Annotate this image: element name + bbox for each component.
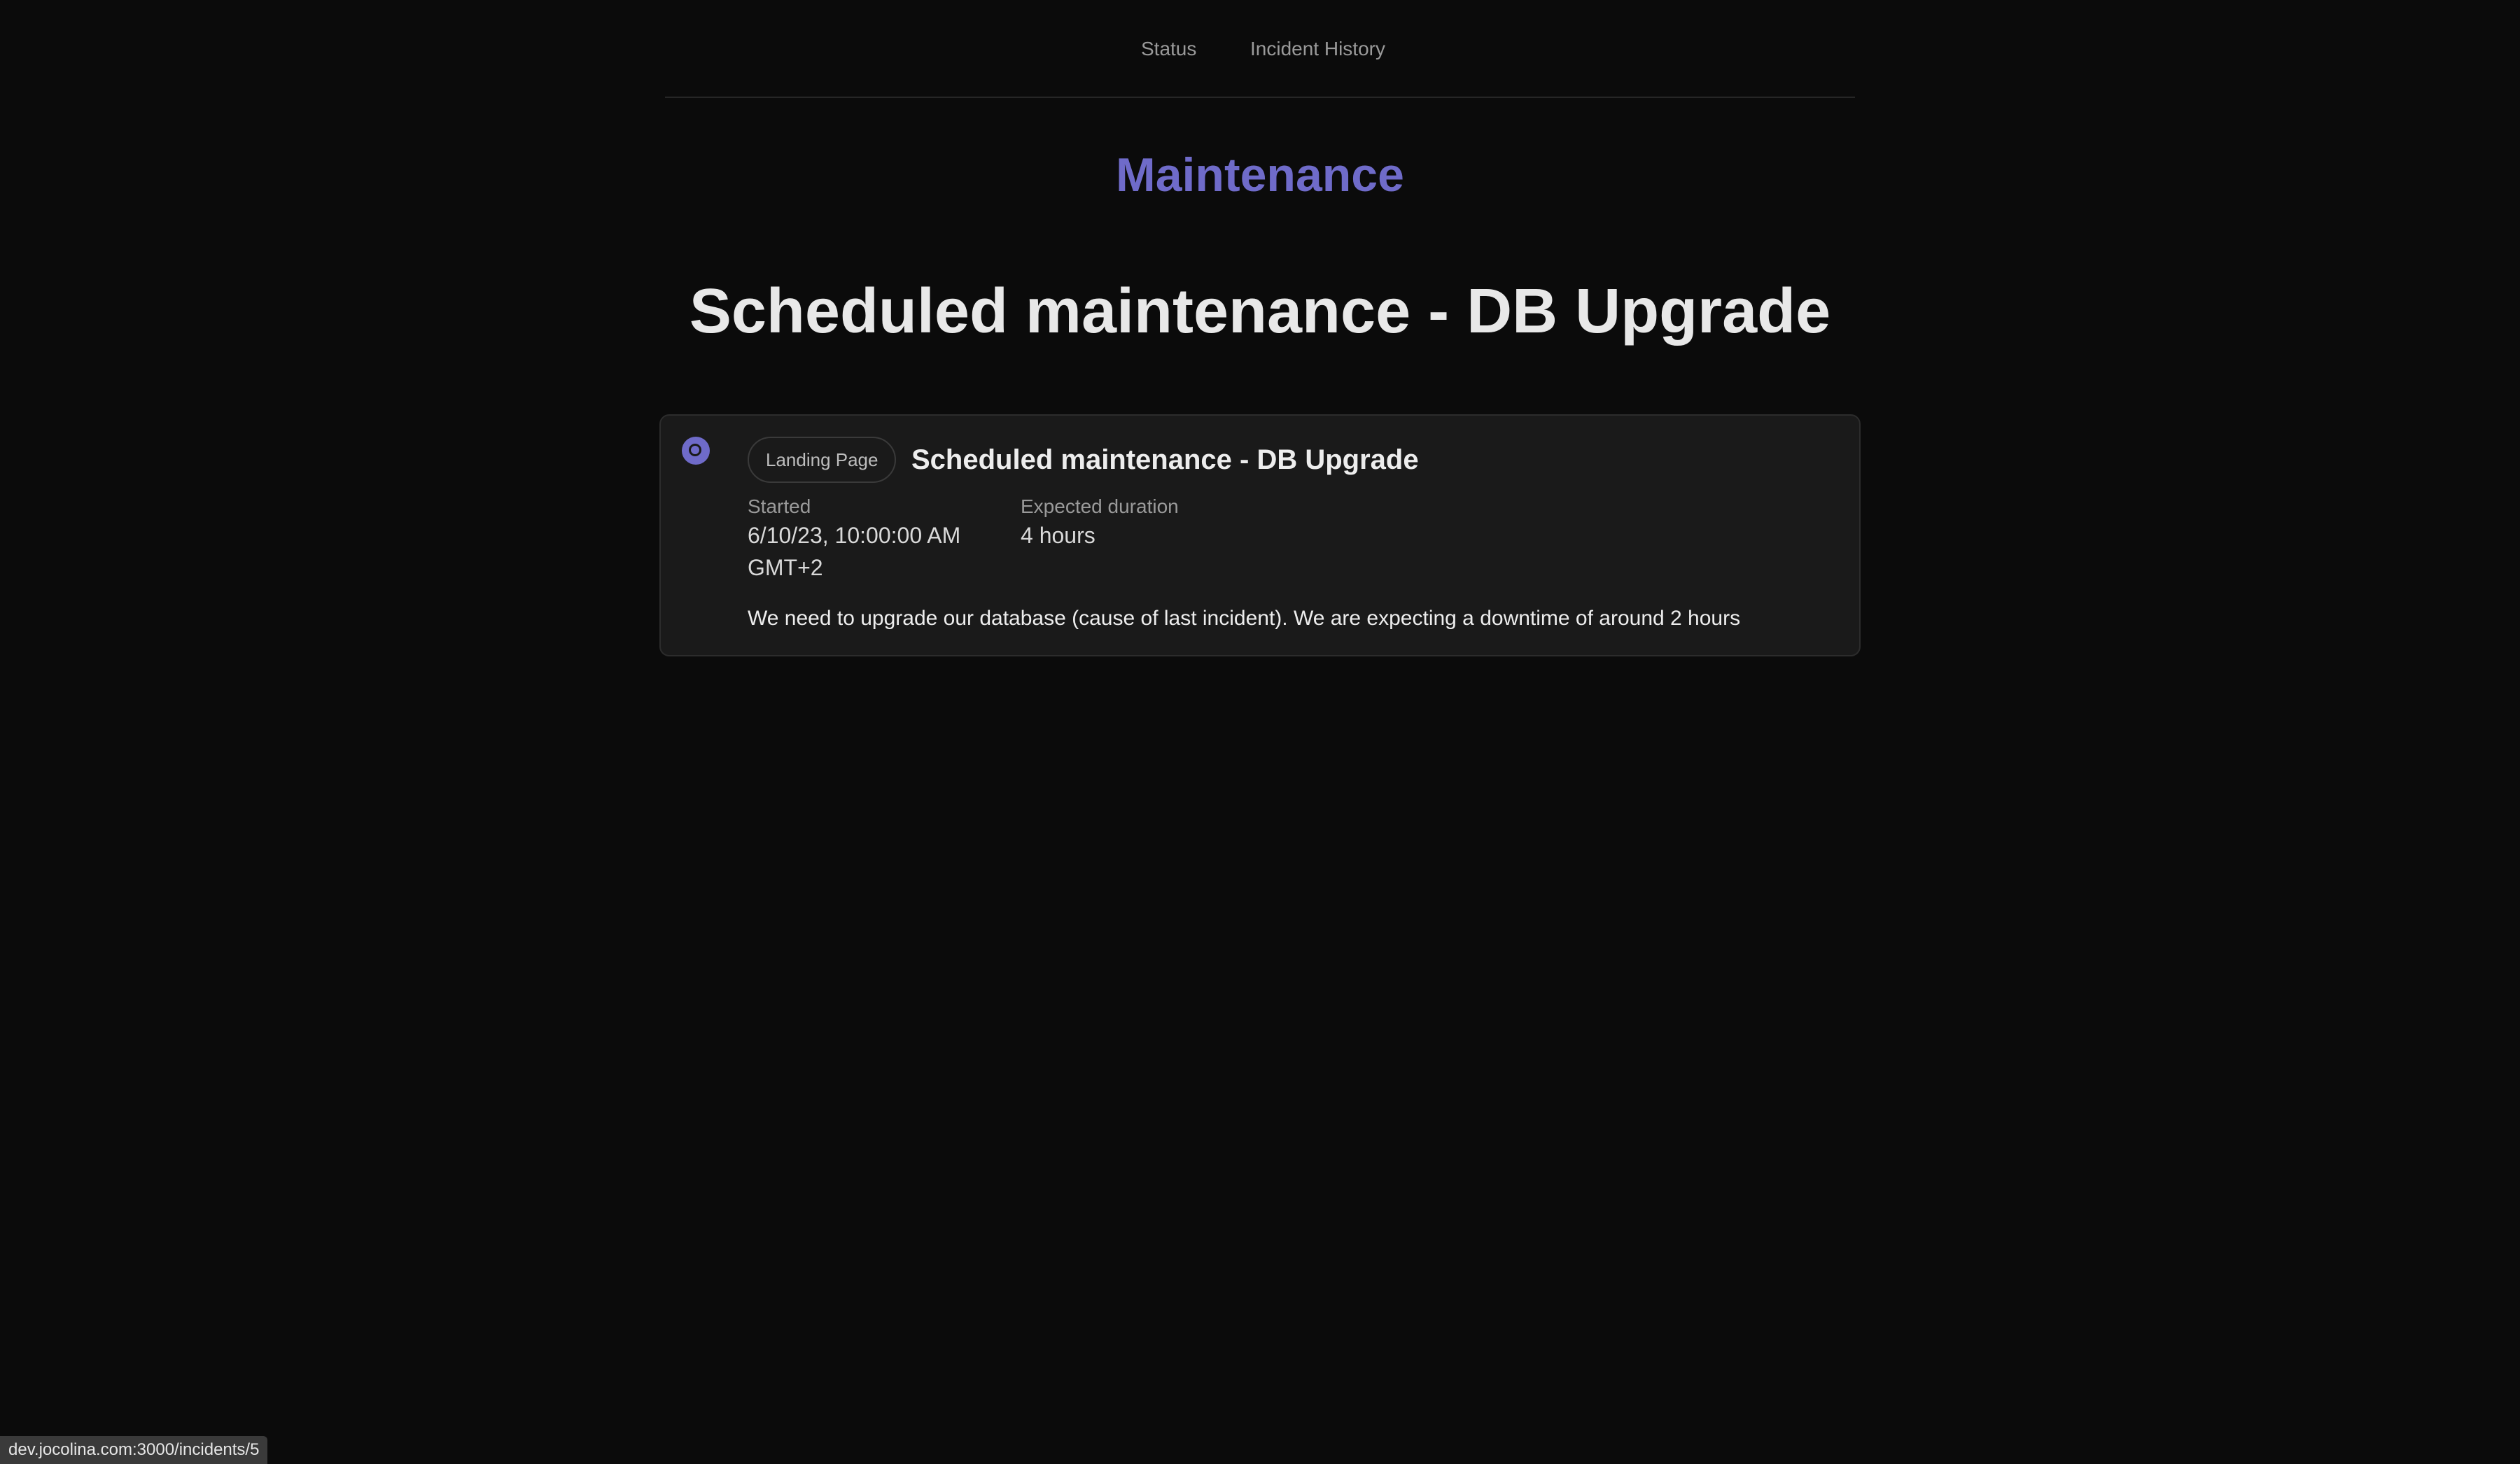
duration-block: Expected duration 4 hours — [1021, 494, 1301, 551]
incident-card: Landing Page Scheduled maintenance - DB … — [659, 414, 1861, 656]
maintenance-status-icon — [682, 437, 710, 465]
component-badge: Landing Page — [748, 437, 897, 483]
duration-value: 4 hours — [1021, 523, 1096, 548]
page: Status Incident History Maintenance Sche… — [0, 0, 2520, 1464]
started-label: Started — [748, 495, 811, 517]
started-block: Started 6/10/23, 10:00:00 AM GMT+2 — [748, 494, 1000, 584]
incident-description: We need to upgrade our database (cause o… — [748, 607, 1741, 630]
nav-status-link[interactable]: Status — [1141, 34, 1196, 64]
nav-incident-history-link[interactable]: Incident History — [1250, 34, 1385, 64]
page-title: Scheduled maintenance - DB Upgrade — [689, 276, 1831, 346]
status-kind-heading: Maintenance — [1116, 148, 1404, 202]
started-value: 6/10/23, 10:00:00 AM GMT+2 — [748, 523, 961, 580]
top-nav: Status Incident History — [665, 0, 1855, 98]
incident-title: Scheduled maintenance - DB Upgrade — [911, 444, 1419, 475]
link-url-hint: dev.jocolina.com:3000/incidents/5 — [0, 1436, 268, 1464]
duration-label: Expected duration — [1021, 495, 1179, 517]
